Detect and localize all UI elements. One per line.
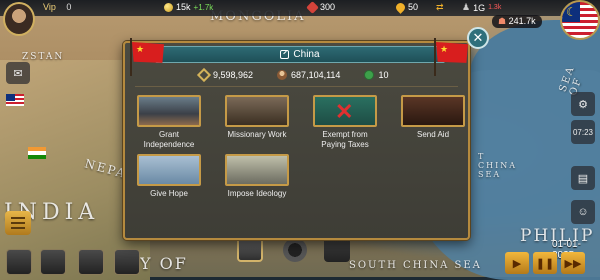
action-exempt-taxes[interactable]: ✕ Exempt from Paying Taxes (311, 95, 379, 150)
fast-forward-button[interactable]: ▶▶ (561, 252, 585, 274)
map-label-kazakhstan: ZSTAN (22, 52, 65, 62)
trade-icon[interactable]: ⇄ (436, 2, 444, 13)
book-icon[interactable] (40, 249, 66, 275)
menu-button[interactable] (5, 211, 31, 235)
military-value: 1G (473, 2, 486, 13)
dialog-title: China (293, 49, 320, 60)
x-mark-icon: ✕ (335, 99, 354, 124)
population-value: 241.7k (508, 16, 536, 26)
mail-icon[interactable]: ✉ (6, 62, 30, 84)
city-icon (137, 95, 201, 127)
menu-line (11, 217, 25, 219)
gem-value: 300 (320, 2, 336, 12)
oil-resource[interactable]: 50 (394, 0, 419, 14)
action-label: Missionary Work (227, 130, 287, 139)
tax-exempt-icon: ✕ (313, 95, 377, 127)
action-label: Send Aid (416, 130, 450, 139)
population-stat: 687,104,114 (277, 70, 340, 80)
player-country-flag-icon[interactable] (560, 0, 600, 40)
country-stats: 9,598,962 687,104,114 10 (196, 67, 388, 83)
population-icon: ☗ (498, 16, 507, 26)
diplomacy-icon[interactable] (114, 249, 140, 275)
action-impose-ideology[interactable]: Impose Ideology (223, 154, 291, 199)
close-button[interactable]: ✕ (467, 27, 489, 49)
edit-icon[interactable] (280, 50, 290, 59)
gold-income: +1.7k (193, 2, 214, 12)
boot-icon[interactable] (78, 249, 104, 275)
action-label: Exempt from Paying Taxes (321, 130, 369, 149)
gift-icon (401, 95, 465, 127)
gem-resource[interactable]: 300 (306, 0, 336, 14)
china-flag-icon: ★ (430, 38, 468, 76)
malaysia-flag-icon[interactable] (6, 94, 24, 106)
country-dialog: China 9,598,962 687,104,114 10 Grant Ind… (123, 41, 470, 240)
population-badge[interactable]: ☗ 241.7k (492, 15, 542, 28)
india-flag-icon (28, 147, 46, 159)
action-label: Give Hope (150, 189, 188, 198)
action-grant-independence[interactable]: Grant Independence (135, 95, 203, 150)
dove-icon (137, 154, 201, 186)
cash-stat: 10 (364, 70, 388, 80)
military-resource[interactable]: ♟ 1G 1.3k (462, 2, 501, 13)
area-icon (196, 67, 212, 83)
play-button[interactable]: ▶ (505, 252, 529, 274)
vip-badge[interactable]: Vip 0 (43, 2, 71, 12)
population-icon (277, 70, 288, 80)
oil-drop-icon (394, 0, 407, 14)
military-sub: 1.3k (488, 4, 502, 11)
china-flag-icon: ★ (126, 38, 164, 76)
flag-pole (434, 38, 436, 76)
military-helmet-icon[interactable] (283, 238, 307, 262)
action-label: Impose Ideology (227, 189, 287, 198)
pause-button[interactable]: ❚❚ (533, 252, 557, 274)
divider (135, 86, 458, 87)
cash-value: 10 (378, 70, 389, 80)
vip-value: 0 (66, 2, 72, 12)
settings-icon[interactable]: ⚙ (571, 92, 595, 116)
oil-value: 50 (408, 2, 419, 12)
map-label-east-china-sea: T CHINA SEA (478, 152, 518, 179)
dialog-header: China (155, 46, 445, 63)
action-give-hope[interactable]: Give Hope (135, 154, 203, 199)
gold-resource[interactable]: 15k +1.7k (164, 2, 213, 12)
action-missionary-work[interactable]: Missionary Work (223, 95, 291, 140)
population-value: 687,104,114 (291, 70, 341, 80)
gold-value: 15k (176, 2, 191, 12)
action-send-aid[interactable]: Send Aid (399, 95, 467, 140)
clock-value: 07:23 (572, 127, 594, 137)
area-value: 9,598,962 (213, 70, 254, 80)
action-label: Grant Independence (143, 130, 195, 149)
soldier-icon: ♟ (462, 2, 471, 12)
cash-icon (364, 70, 375, 80)
economy-icon[interactable] (6, 249, 32, 275)
gem-icon (306, 0, 319, 14)
flag-pole (130, 38, 132, 76)
menu-line (11, 222, 25, 224)
area-stat: 9,598,962 (196, 67, 254, 83)
gold-coin-icon (164, 2, 173, 12)
vip-label: Vip (43, 2, 56, 12)
monument-icon (225, 154, 289, 186)
top-resource-bar (0, 0, 600, 16)
advisor-icon[interactable]: ☺ (571, 200, 595, 224)
star-icon: ★ (136, 44, 145, 54)
map-label-south-china-sea: SOUTH CHINA SEA (349, 260, 482, 271)
player-avatar[interactable] (3, 2, 35, 36)
book-icon (225, 95, 289, 127)
close-icon: ✕ (472, 30, 484, 45)
star-icon: ★ (440, 44, 449, 54)
clock-icon[interactable]: 07:23 (571, 120, 595, 144)
menu-line (11, 227, 25, 229)
map-label-bay-of: Y OF (140, 254, 188, 273)
newspaper-icon[interactable]: ▤ (571, 166, 595, 190)
